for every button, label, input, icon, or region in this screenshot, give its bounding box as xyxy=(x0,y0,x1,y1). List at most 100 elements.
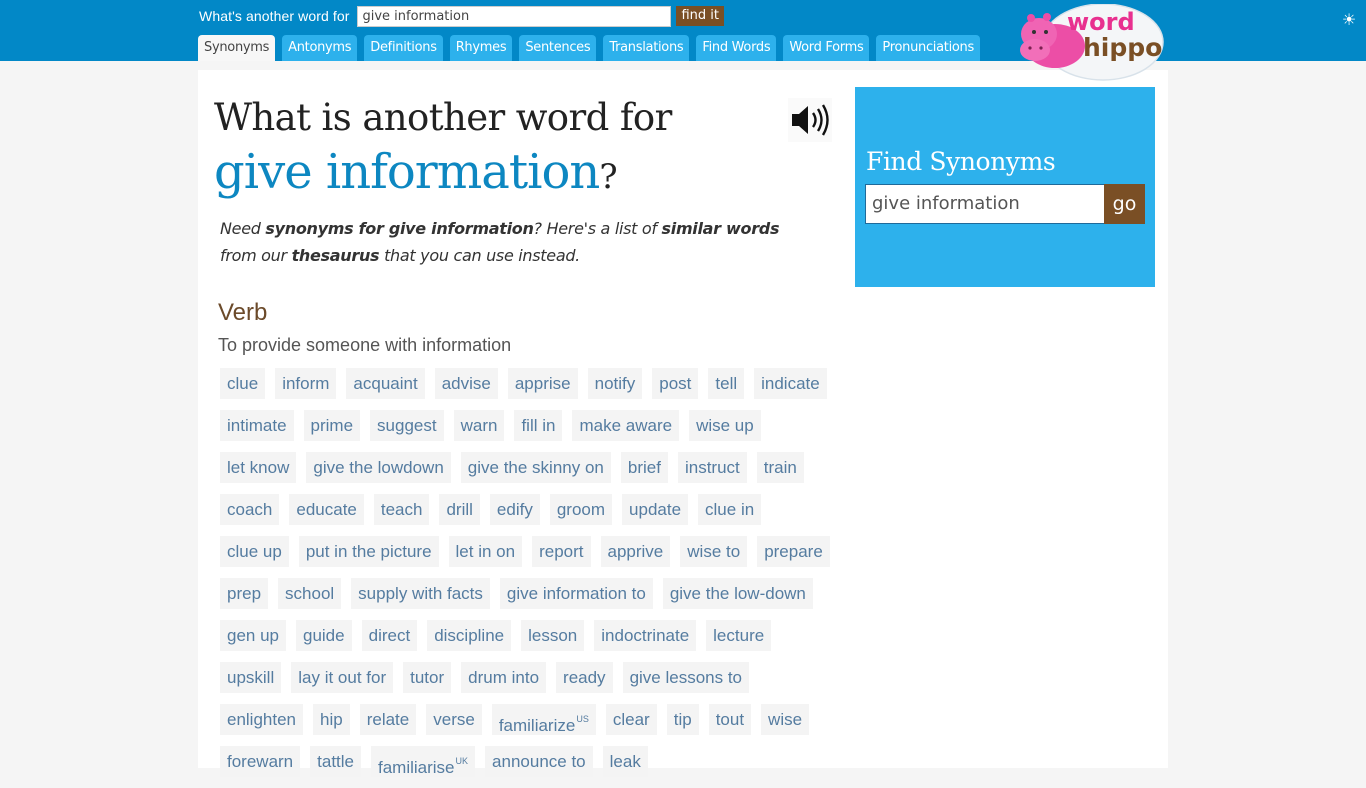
synonym-chip[interactable]: drum into xyxy=(461,662,547,693)
synonym-chip[interactable]: apprise xyxy=(507,368,578,399)
tab-sentences[interactable]: Sentences xyxy=(519,35,597,61)
synonym-chip[interactable]: familiariseUK xyxy=(371,746,476,777)
tab-antonyms[interactable]: Antonyms xyxy=(282,35,358,61)
synonym-chip[interactable]: prep xyxy=(220,578,269,609)
synonym-text: drill xyxy=(446,500,473,519)
tab-definitions[interactable]: Definitions xyxy=(364,35,443,61)
tab-synonyms[interactable]: Synonyms xyxy=(198,35,276,61)
synonym-chip[interactable]: give lessons to xyxy=(622,662,750,693)
synonym-chip[interactable]: give information to xyxy=(499,578,653,609)
synonym-chip[interactable]: educate xyxy=(289,494,364,525)
synonym-chip[interactable]: clue up xyxy=(220,536,289,567)
page-title-term: give information? xyxy=(214,144,618,200)
synonym-chip[interactable]: report xyxy=(532,536,591,567)
synonym-chip[interactable]: tattle xyxy=(310,746,361,777)
synonym-chip[interactable]: lecture xyxy=(706,620,772,651)
synonym-chip[interactable]: apprive xyxy=(600,536,671,567)
synonym-text: announce to xyxy=(492,752,586,771)
synonym-chip[interactable]: advise xyxy=(434,368,498,399)
title-term: give information xyxy=(214,144,600,200)
synonym-chip[interactable]: update xyxy=(622,494,689,525)
synonym-text: verse xyxy=(433,710,475,729)
intro-bold: synonyms for give information xyxy=(265,219,534,238)
synonym-chip[interactable]: indoctrinate xyxy=(594,620,697,651)
synonym-chip[interactable]: let know xyxy=(220,452,297,483)
synonym-chip[interactable]: teach xyxy=(373,494,430,525)
synonym-chip[interactable]: relate xyxy=(359,704,417,735)
synonym-chip[interactable]: familiarizeUS xyxy=(491,704,596,735)
synonym-text: drum into xyxy=(468,668,540,687)
tab-translations[interactable]: Translations xyxy=(603,35,690,61)
synonym-chip[interactable]: intimate xyxy=(220,410,294,441)
synonym-text: wise to xyxy=(687,542,741,561)
synonym-chip[interactable]: ready xyxy=(556,662,613,693)
synonym-chip[interactable]: gen up xyxy=(220,620,286,651)
synonym-chip[interactable]: clear xyxy=(605,704,657,735)
synonym-chip[interactable]: school xyxy=(278,578,342,609)
synonym-chip[interactable]: verse xyxy=(426,704,482,735)
synonym-chip[interactable]: tout xyxy=(708,704,752,735)
synonym-chip[interactable]: wise up xyxy=(689,410,761,441)
header-search-input[interactable] xyxy=(357,5,672,27)
synonym-chip[interactable]: give the low-down xyxy=(662,578,813,609)
tab-word-forms[interactable]: Word Forms xyxy=(783,35,870,61)
synonym-chip[interactable]: announce to xyxy=(485,746,593,777)
synonym-chip[interactable]: prime xyxy=(303,410,361,441)
synonym-chip[interactable]: groom xyxy=(549,494,613,525)
synonym-chip[interactable]: tell xyxy=(708,368,745,399)
synonym-chip[interactable]: upskill xyxy=(220,662,282,693)
synonym-chip[interactable]: give the skinny on xyxy=(460,452,611,483)
synonym-chip[interactable]: wise xyxy=(761,704,810,735)
synonym-chip[interactable]: make aware xyxy=(572,410,680,441)
synonym-chip[interactable]: tutor xyxy=(403,662,452,693)
synonym-chip[interactable]: supply with facts xyxy=(351,578,490,609)
synonym-text: tip xyxy=(673,710,692,729)
synonym-chip[interactable]: lesson xyxy=(521,620,585,651)
synonym-chip[interactable]: clue in xyxy=(698,494,762,525)
synonym-chip[interactable]: direct xyxy=(361,620,418,651)
synonym-chip[interactable]: forewarn xyxy=(220,746,301,777)
synonym-chip[interactable]: post xyxy=(652,368,699,399)
logo-hippo-text: hippo xyxy=(1083,33,1162,62)
wordhippo-logo[interactable]: word hippo xyxy=(1017,4,1167,82)
synonym-chip[interactable]: discipline xyxy=(427,620,512,651)
tab-pronunciations[interactable]: Pronunciations xyxy=(876,35,980,61)
synonym-chip[interactable]: leak xyxy=(602,746,648,777)
synonym-chip[interactable]: clue xyxy=(220,368,266,399)
synonym-chip[interactable]: tip xyxy=(666,704,699,735)
synonym-chip[interactable]: coach xyxy=(220,494,280,525)
synonym-chip[interactable]: hip xyxy=(313,704,350,735)
go-button[interactable]: go xyxy=(1104,184,1145,224)
synonym-chip[interactable]: brief xyxy=(620,452,668,483)
synonym-chip[interactable]: warn xyxy=(453,410,505,441)
synonym-chip[interactable]: inform xyxy=(275,368,337,399)
synonym-chip[interactable]: suggest xyxy=(370,410,444,441)
synonym-chip[interactable]: drill xyxy=(439,494,480,525)
synonym-chip[interactable]: indicate xyxy=(754,368,827,399)
synonym-chip[interactable]: put in the picture xyxy=(298,536,439,567)
synonym-chip[interactable]: prepare xyxy=(757,536,830,567)
speaker-icon[interactable] xyxy=(788,98,832,142)
find-it-button[interactable]: find it xyxy=(676,6,725,26)
synonym-chip[interactable]: notify xyxy=(587,368,643,399)
synonym-chip[interactable]: enlighten xyxy=(220,704,304,735)
tab-find-words[interactable]: Find Words xyxy=(696,35,777,61)
find-synonyms-input[interactable]: give information xyxy=(865,184,1105,224)
sun-icon[interactable]: ☀ xyxy=(1340,12,1358,30)
synonym-chip[interactable]: fill in xyxy=(514,410,563,441)
synonym-chip[interactable]: acquaint xyxy=(346,368,425,399)
synonym-chip[interactable]: give the lowdown xyxy=(306,452,451,483)
hippo-eye xyxy=(1032,30,1036,34)
synonym-chip[interactable]: guide xyxy=(296,620,352,651)
tab-rhymes[interactable]: Rhymes xyxy=(449,35,513,61)
synonym-chip[interactable]: wise to xyxy=(680,536,748,567)
synonym-chip[interactable]: let in on xyxy=(448,536,523,567)
synonym-chip[interactable]: instruct xyxy=(677,452,747,483)
synonym-chip[interactable]: edify xyxy=(489,494,540,525)
nav-tabs: Synonyms Antonyms Definitions Rhymes Sen… xyxy=(198,35,987,61)
page-title: What is another word for xyxy=(214,96,672,139)
synonym-chip[interactable]: lay it out for xyxy=(291,662,394,693)
synonym-chip[interactable]: train xyxy=(756,452,804,483)
synonym-text: lay it out for xyxy=(298,668,387,687)
synonym-text: make aware xyxy=(579,416,673,435)
